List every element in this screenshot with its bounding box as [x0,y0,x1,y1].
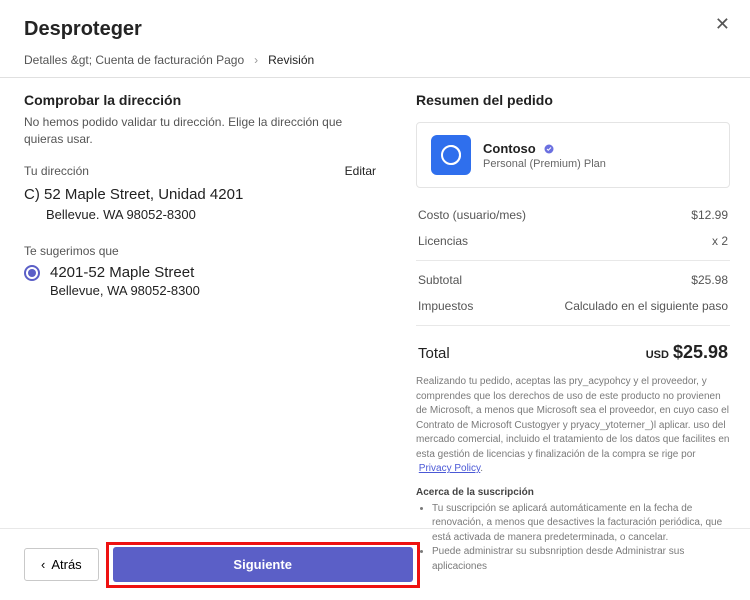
chevron-left-icon: ‹ [41,557,45,572]
total-label: Total [418,345,450,362]
close-icon[interactable]: ✕ [715,14,730,35]
suggested-address-line1: 4201-52 Maple Street [50,264,194,281]
privacy-policy-link[interactable]: Privacy Policy [419,463,481,474]
chevron-right-icon: › [254,53,258,67]
subtotal-value: $25.98 [691,273,728,287]
breadcrumb-step-details[interactable]: Detalles &gt; Cuenta de facturación Pago [24,53,244,67]
taxes-value: Calculado en el siguiente paso [565,299,728,313]
verify-address-heading: Comprobar la dirección [24,92,376,108]
back-button[interactable]: ‹ Atrás [24,548,99,581]
edit-address-link[interactable]: Editar [345,164,376,178]
verify-address-help: No hemos podido validar tu dirección. El… [24,114,344,148]
your-address-label: Tu dirección [24,164,89,178]
licenses-label: Licencias [418,234,468,248]
entered-address-line1: C) 52 Maple Street, Unidad 4201 [24,184,376,206]
breadcrumb-step-review: Revisión [268,53,314,67]
breadcrumb: Detalles &gt; Cuenta de facturación Pago… [0,53,750,77]
product-name: Contoso [483,141,536,156]
suggested-address-radio[interactable]: 4201-52 Maple Street [24,264,376,281]
legal-fineprint: Realizando tu pedido, aceptas las pry_ac… [416,375,730,477]
product-plan: Personal (Premium) Plan [483,158,606,170]
entered-address-line2: Bellevue. WA 98052-8300 [24,207,376,222]
suggested-address-line2: Bellevue, WA 98052-8300 [24,283,376,298]
total-value: $25.98 [673,342,728,362]
total-currency: USD [646,349,669,361]
product-card: Contoso Personal (Premium) Plan [416,122,730,188]
page-title: Desproteger [24,18,726,41]
radio-selected-icon [24,265,40,281]
about-subscription-heading: Acerca de la suscripción [416,487,730,498]
suggested-address-label: Te sugerimos que [24,244,376,258]
cost-value: $12.99 [691,208,728,222]
taxes-label: Impuestos [418,299,473,313]
licenses-value: x 2 [712,234,728,248]
cost-label: Costo (usuario/mes) [418,208,526,222]
subtotal-label: Subtotal [418,273,462,287]
next-button[interactable]: Siguiente [113,547,413,582]
verified-badge-icon [543,143,555,155]
order-summary-heading: Resumen del pedido [416,92,730,108]
product-logo [431,135,471,175]
